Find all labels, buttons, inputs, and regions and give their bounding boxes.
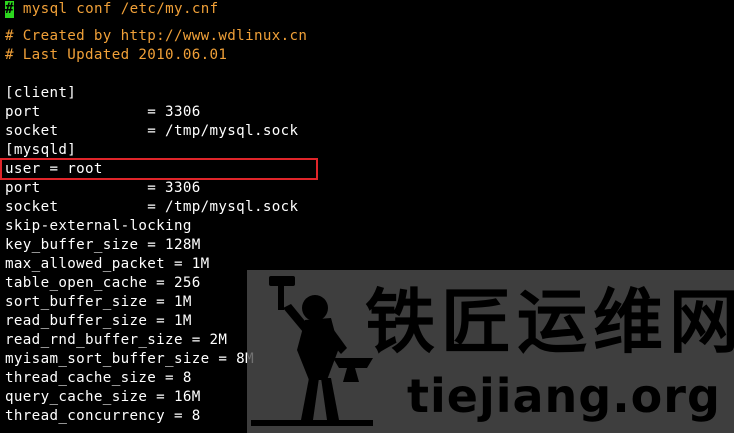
config-line: read_buffer_size = 1M	[5, 313, 192, 329]
config-line: [client]	[5, 85, 77, 101]
text-cursor: #	[5, 1, 14, 18]
config-line: # Created by http://www.wdlinux.cn	[5, 28, 308, 44]
watermark-title: 铁匠运维网	[365, 281, 734, 363]
config-line: table_open_cache = 256	[5, 275, 201, 291]
config-line: thread_cache_size = 8	[5, 370, 192, 386]
config-line: sort_buffer_size = 1M	[5, 294, 192, 310]
watermark-overlay: 铁匠运维网 tiejiang.org	[247, 270, 734, 433]
config-line: socket = /tmp/mysql.sock	[5, 123, 299, 139]
blacksmith-icon	[251, 276, 373, 426]
config-line: # mysql conf /etc/my.cnf	[5, 1, 219, 18]
config-line: read_rnd_buffer_size = 2M	[5, 332, 228, 348]
config-line: port = 3306	[5, 104, 201, 120]
config-line: thread_concurrency = 8	[5, 408, 201, 424]
highlight-box	[0, 158, 318, 180]
config-line: myisam_sort_buffer_size = 8M	[5, 351, 254, 367]
config-line: query_cache_size = 16M	[5, 389, 201, 405]
config-line: # Last Updated 2010.06.01	[5, 47, 228, 63]
config-line: key_buffer_size = 128M	[5, 237, 201, 253]
config-line: max_allowed_packet = 1M	[5, 256, 210, 272]
config-line: skip-external-locking	[5, 218, 192, 234]
watermark-url: tiejiang.org	[407, 369, 721, 423]
config-line: socket = /tmp/mysql.sock	[5, 199, 299, 215]
config-line: port = 3306	[5, 180, 201, 196]
